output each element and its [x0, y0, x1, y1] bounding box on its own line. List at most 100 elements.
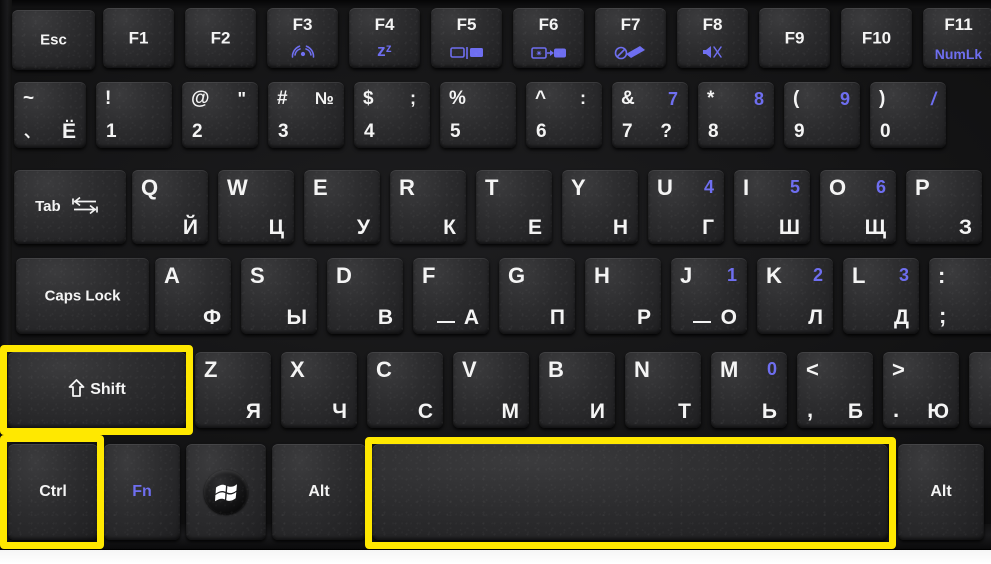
key-period-dot-label: . [893, 397, 900, 422]
key-8-asterisk-label: * [707, 88, 715, 109]
key-1-exclaim-label: ! [105, 88, 112, 109]
key-tilde[interactable]: ~ 、 Ё [14, 82, 86, 148]
keyboard-photo: Esc F1 F2 F3 F4 zᶻ F5 F6 ✷ F7 F8 F9 F10 … [0, 0, 991, 564]
key-comma[interactable]: < , Б [797, 352, 873, 428]
key-i[interactable]: I 5 Ш [734, 170, 810, 244]
key-0[interactable]: ) / 0 [870, 82, 946, 148]
key-semicolon-semi-label: ; [939, 303, 947, 328]
key-tilde-yo-label: Ё [61, 120, 76, 143]
key-s[interactable]: S Ы [241, 258, 317, 334]
mute-icon [677, 44, 748, 63]
key-k[interactable]: K 2 Л [757, 258, 833, 334]
key-u[interactable]: U 4 Г [648, 170, 724, 244]
key-t[interactable]: T Е [476, 170, 552, 244]
key-ctrl[interactable]: Ctrl [8, 444, 98, 540]
key-a[interactable]: A Ф [155, 258, 231, 334]
key-f8[interactable]: F8 [677, 8, 748, 68]
key-spacebar[interactable] [372, 444, 888, 540]
key-p[interactable]: P З [906, 170, 982, 244]
key-l-numlk-label: 3 [898, 265, 909, 285]
key-r-latin-label: R [399, 175, 415, 200]
key-w-cyrillic-label: Ц [268, 216, 284, 239]
key-5-percent-label: % [449, 88, 466, 109]
key-d-latin-label: D [336, 263, 352, 288]
key-semicolon[interactable]: : ; [929, 258, 991, 334]
key-m[interactable]: M 0 Ь [711, 352, 787, 428]
key-n[interactable]: N Т [625, 352, 701, 428]
key-slash[interactable] [969, 352, 991, 428]
key-x[interactable]: X Ч [281, 352, 357, 428]
key-d[interactable]: D В [327, 258, 403, 334]
key-y[interactable]: Y Н [562, 170, 638, 244]
key-r[interactable]: R К [390, 170, 466, 244]
key-alt-left[interactable]: Alt [272, 444, 366, 540]
key-3[interactable]: # № 3 [268, 82, 344, 148]
key-h[interactable]: H Р [585, 258, 661, 334]
key-f4[interactable]: F4 zᶻ [349, 8, 420, 68]
key-f1-label: F1 [128, 28, 149, 48]
key-z[interactable]: Z Я [195, 352, 271, 428]
key-esc[interactable]: Esc [12, 10, 95, 70]
shift-arrow-icon [68, 379, 85, 402]
key-j-cyrillic-label: О [720, 306, 737, 329]
key-tilde-comma-label: 、 [24, 124, 41, 141]
key-x-latin-label: X [290, 357, 305, 382]
key-j-numlk-label: 1 [726, 265, 737, 285]
key-tab-label-wrap: Tab [14, 196, 126, 219]
key-o-latin-label: O [829, 175, 847, 200]
key-0-slash-label: / [930, 89, 936, 109]
key-9[interactable]: ( 9 9 [784, 82, 860, 148]
key-f9[interactable]: F9 [759, 8, 830, 68]
key-a-cyrillic-label: Ф [203, 306, 221, 329]
key-f7-label: F7 [620, 15, 641, 34]
key-j-latin-label: J [680, 263, 693, 288]
key-w[interactable]: W Ц [218, 170, 294, 244]
key-8[interactable]: * 8 8 [698, 82, 774, 148]
key-q[interactable]: Q Й [132, 170, 208, 244]
key-period-gt-label: > [892, 357, 905, 382]
key-o[interactable]: O 6 Щ [820, 170, 896, 244]
key-y-latin-label: Y [571, 175, 586, 200]
key-7[interactable]: & 7 7 ? [612, 82, 688, 148]
key-u-latin-label: U [657, 175, 673, 200]
key-f1[interactable]: F1 [103, 8, 174, 68]
screen-blank-icon: ✷ [513, 46, 584, 63]
key-6[interactable]: ^ : 6 [526, 82, 602, 148]
key-capslock[interactable]: Caps Lock [16, 258, 149, 334]
key-fn[interactable]: Fn [104, 444, 180, 540]
key-4[interactable]: $ ; 4 [354, 82, 430, 148]
key-u-numlk-label: 4 [703, 177, 714, 197]
key-e[interactable]: E У [304, 170, 380, 244]
key-tab-label: Tab [35, 197, 61, 215]
key-left-shift[interactable]: Shift [8, 352, 186, 428]
key-comma-cyrillic-label: Б [847, 400, 863, 423]
key-f7[interactable]: F7 [595, 8, 666, 68]
key-2[interactable]: @ " 2 [182, 82, 258, 148]
svg-text:✷: ✷ [535, 49, 542, 58]
key-tab[interactable]: Tab [14, 170, 126, 244]
key-t-cyrillic-label: Е [527, 216, 542, 239]
key-v[interactable]: V М [453, 352, 529, 428]
key-f[interactable]: F А [413, 258, 489, 334]
key-f10[interactable]: F10 [841, 8, 912, 68]
keyboard-top-bezel [0, 0, 991, 8]
key-m-latin-label: M [720, 357, 739, 382]
key-5[interactable]: % 5 [440, 82, 516, 148]
key-g[interactable]: G П [499, 258, 575, 334]
key-l[interactable]: L 3 Д [843, 258, 919, 334]
key-b[interactable]: B И [539, 352, 615, 428]
key-f2[interactable]: F2 [185, 8, 256, 68]
key-c[interactable]: C С [367, 352, 443, 428]
key-f5[interactable]: F5 [431, 8, 502, 68]
key-period[interactable]: > . Ю [883, 352, 959, 428]
key-capslock-label: Caps Lock [44, 287, 121, 305]
key-windows[interactable] [186, 444, 266, 540]
key-6-caret-label: ^ [535, 88, 547, 109]
key-f6[interactable]: F6 ✷ [513, 8, 584, 68]
key-f3[interactable]: F3 [267, 8, 338, 68]
key-1[interactable]: ! 1 [96, 82, 172, 148]
key-alt-right[interactable]: Alt [898, 444, 984, 540]
key-2-digit-label: 2 [192, 121, 203, 142]
key-f11[interactable]: F11 NumLk [923, 8, 991, 68]
key-j[interactable]: J 1 О [671, 258, 747, 334]
